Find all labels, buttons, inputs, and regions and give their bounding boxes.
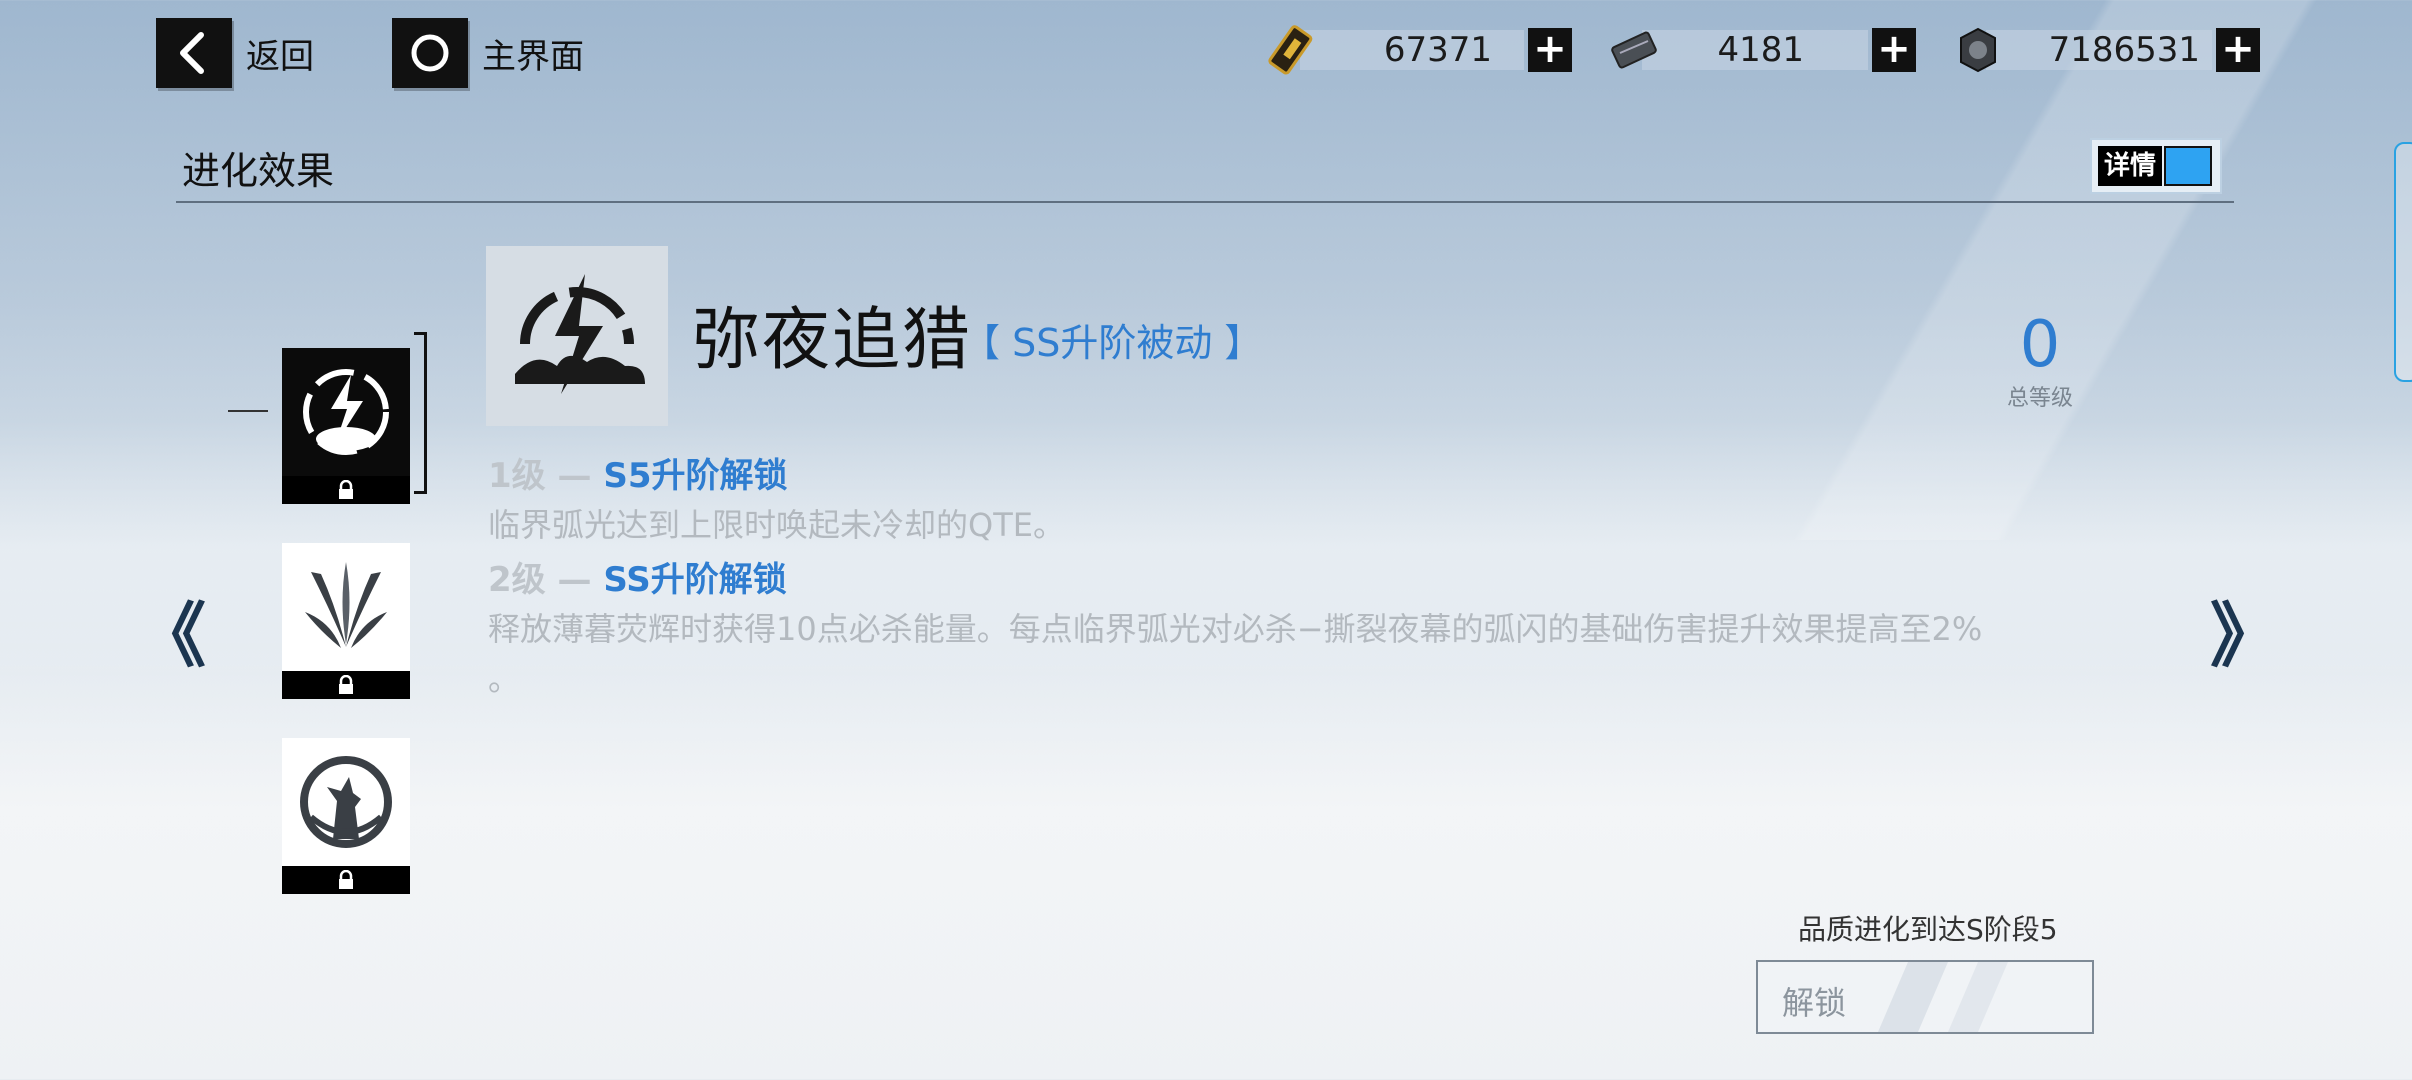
home-label: 主界面 [482,36,584,77]
total-level-label: 总等级 [2006,386,2073,411]
currency-value: 4181 [1717,30,1804,70]
level-2-desc-tail: 。 [488,660,521,698]
currency-value: 67371 [1383,30,1492,70]
lock-icon [282,866,410,894]
howling-wolf-icon [282,738,410,866]
level-2-unlock: SS升阶解锁 [603,560,787,600]
unlock-button[interactable]: 解锁 [1756,960,2094,1034]
level-1-unlock: S5升阶解锁 [603,456,788,496]
skill-slot-3[interactable] [282,738,410,894]
add-gold-button[interactable]: + [1528,28,1572,72]
unlock-button-label: 解锁 [1782,984,1847,1022]
back-arrow-icon [156,18,232,88]
unlock-condition: 品质进化到达S阶段5 [1798,913,2058,946]
add-gear-button[interactable]: + [2216,28,2260,72]
section-divider [176,201,2234,203]
side-panel-tab[interactable] [2394,142,2412,382]
level-1-desc: 临界弧光达到上限时唤起未冷却的QTE。 [488,506,1065,544]
prev-arrow[interactable]: 《 [136,580,206,681]
level-1-prefix: 1级 — [488,456,604,496]
selection-connector [228,410,268,412]
total-level-value: 0 [2019,308,2061,382]
back-button[interactable]: 返回 [156,18,314,88]
toggle-on-indicator [2164,146,2212,186]
material-card-icon [1604,22,1664,78]
skill-tag: 【 SS升阶被动 】 [962,321,1263,365]
lock-icon [282,671,410,699]
home-button[interactable]: 主界面 [392,18,584,88]
details-toggle-label: 详情 [2098,146,2162,186]
home-circle-icon [392,18,468,88]
skill-name: 弥夜追猎 [692,301,973,380]
gold-ticket-icon [1262,22,1322,78]
level-2-prefix: 2级 — [488,560,604,600]
lock-icon [282,476,410,504]
level-1-header: 1级 — S5升阶解锁 [488,448,788,497]
background-stripe [1700,0,2400,540]
back-label: 返回 [246,36,314,77]
add-material-button[interactable]: + [1872,28,1916,72]
details-toggle[interactable]: 详情 [2090,138,2222,194]
section-title: 进化效果 [182,149,335,193]
currency-value: 7186531 [2048,30,2200,70]
skill-slot-2[interactable] [282,543,410,699]
lightning-wolf-icon [282,348,410,476]
selection-bracket [414,332,427,494]
next-arrow[interactable]: 》 [2210,580,2280,681]
claw-slash-icon [282,543,410,671]
gear-coin-icon [1948,22,2008,78]
currency-material: 4181 + [1604,22,1916,78]
skill-slot-1[interactable] [282,348,410,504]
currency-gear: 7186531 + [1948,22,2260,78]
lightning-wolf-icon [486,246,668,426]
currency-gold: 67371 + [1262,22,1572,78]
level-2-desc: 释放薄暮荧辉时获得10点必杀能量。每点临界弧光对必杀−撕裂夜幕的弧闪的基础伤害提… [488,610,1983,648]
level-2-header: 2级 — SS升阶解锁 [488,552,787,601]
